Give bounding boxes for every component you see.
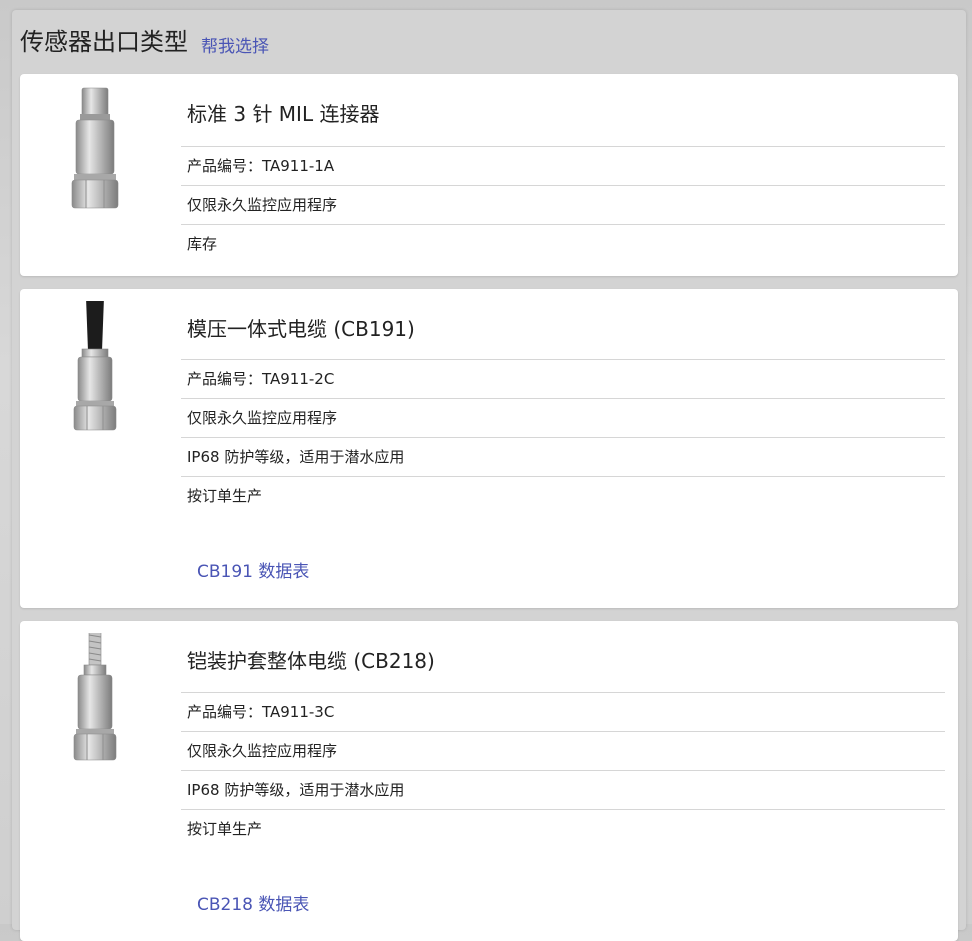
armored-cable-sensor-icon <box>73 633 117 761</box>
mil-connector-sensor-icon <box>71 87 119 209</box>
spec-availability: 按订单生产 <box>181 476 945 515</box>
product-card-mil-connector: 标准 3 针 MIL 连接器 产品编号：TA911-1A 仅限永久监控应用程序 … <box>20 74 958 276</box>
product-title: 标准 3 针 MIL 连接器 <box>187 102 380 126</box>
spec-list: 产品编号：TA911-1A 仅限永久监控应用程序 库存 <box>181 146 945 263</box>
cb191-datasheet-link[interactable]: CB191 数据表 <box>197 557 309 582</box>
product-card-cb218: 铠装护套整体电缆 (CB218) 产品编号：TA911-3C 仅限永久监控应用程… <box>20 621 958 941</box>
spec-rating: IP68 防护等级，适用于潜水应用 <box>181 437 945 476</box>
spec-application: 仅限永久监控应用程序 <box>181 398 945 437</box>
molded-cable-sensor-icon <box>73 301 117 431</box>
spec-list: 产品编号：TA911-2C 仅限永久监控应用程序 IP68 防护等级，适用于潜水… <box>181 359 945 515</box>
spec-part-number: 产品编号：TA911-1A <box>181 146 945 185</box>
spec-availability: 库存 <box>181 224 945 263</box>
help-me-choose-link[interactable]: 帮我选择 <box>201 32 269 57</box>
cb218-datasheet-link[interactable]: CB218 数据表 <box>197 890 309 915</box>
spec-rating: IP68 防护等级，适用于潜水应用 <box>181 770 945 809</box>
spec-availability: 按订单生产 <box>181 809 945 848</box>
product-card-cb191: 模压一体式电缆 (CB191) 产品编号：TA911-2C 仅限永久监控应用程序… <box>20 289 958 608</box>
spec-list: 产品编号：TA911-3C 仅限永久监控应用程序 IP68 防护等级，适用于潜水… <box>181 692 945 848</box>
product-title: 铠装护套整体电缆 (CB218) <box>187 649 435 673</box>
spec-application: 仅限永久监控应用程序 <box>181 731 945 770</box>
spec-application: 仅限永久监控应用程序 <box>181 185 945 224</box>
spec-part-number: 产品编号：TA911-2C <box>181 359 945 398</box>
page-title: 传感器出口类型 <box>20 28 188 56</box>
outlet-type-panel: 传感器出口类型 帮我选择 标准 3 针 MIL 连接器 产品编号：TA911-1… <box>12 10 966 941</box>
product-title: 模压一体式电缆 (CB191) <box>187 317 415 341</box>
spec-part-number: 产品编号：TA911-3C <box>181 692 945 731</box>
